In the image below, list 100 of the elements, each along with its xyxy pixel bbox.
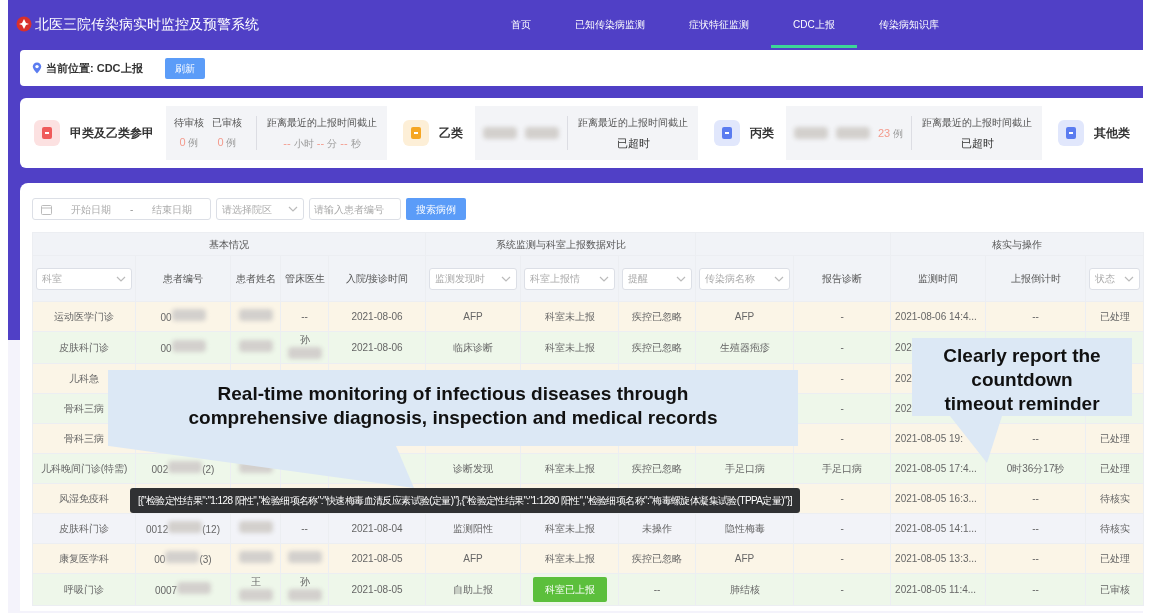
column-header: 报告诊断 (793, 255, 891, 302)
refresh-button[interactable]: 刷新 (164, 57, 205, 79)
group-header: 基本情况 (32, 232, 426, 256)
group-header: 系统监测与科室上报数据对比 (425, 232, 696, 256)
table-cell: 手足口病 (695, 453, 794, 484)
stat-value: 23 (878, 126, 891, 139)
table-cell-text: 00 (160, 342, 172, 354)
table-cell: -- (985, 483, 1086, 514)
nav-tab[interactable]: 已知传染病监测 (553, 0, 667, 48)
breadcrumb-text: 当前位置: CDC上报 (46, 60, 143, 76)
table-cell: 自助上报 (425, 573, 521, 606)
table-cell: - (793, 513, 891, 544)
callout-text: Real-time monitoring of infectious diseases through comprehensive diagnosis, inspection and medical records (187, 382, 719, 430)
nav-tab[interactable]: 症状特征监测 (667, 0, 771, 48)
category-name: 其他类 (1094, 125, 1131, 142)
start-date-input[interactable]: 开始日期 (62, 200, 120, 218)
column-filter-select[interactable]: 传染病名称 (699, 267, 791, 290)
table-cell: 临床诊断 (425, 331, 521, 364)
table-cell: 2021-08-06 (328, 331, 426, 364)
blurred-patch (525, 127, 559, 139)
timer-value: -- (340, 136, 348, 149)
end-date-input[interactable]: 结束日期 (143, 200, 202, 218)
table-cell: -- (985, 543, 1086, 574)
table-cell: 待核实 (1085, 483, 1144, 514)
table-cell: 疾控已忽略 (618, 453, 696, 484)
table-cell: 2021-08-05 (328, 543, 426, 574)
table-cell: 2021-08-06 14:4... (890, 301, 986, 332)
column-header: 监测时间 (890, 255, 986, 302)
table-cell: AFP (695, 301, 794, 332)
table-cell: 2021-08-05 14:1... (890, 513, 986, 544)
stat-unit: 例 (226, 137, 237, 149)
table-cell: 科室未上报 (520, 453, 619, 484)
table-cell: 疾控已忽略 (618, 331, 696, 364)
timer-unit: 秒 (350, 137, 361, 149)
calendar-icon (41, 203, 52, 215)
table-cell: 2021-08-05 13:3... (890, 543, 986, 574)
chevron-down-icon (501, 274, 512, 283)
table-cell: - (793, 301, 891, 332)
stat-value: 0 (179, 136, 186, 149)
chevron-down-icon (774, 274, 785, 283)
table-cell-text: (2) (202, 463, 215, 475)
column-filter-select[interactable]: 科室 (36, 267, 132, 290)
deadline-label: 距离最近的上报时间截止 (922, 115, 1033, 130)
table-cell-text: 王 (250, 576, 261, 587)
timer-value: -- (316, 136, 325, 149)
column-header: 上报倒计时 (985, 255, 1086, 302)
column-filter-select[interactable]: 科室上报情 (524, 267, 616, 290)
table-cell: 待核实 (1085, 513, 1144, 544)
search-button[interactable]: 搜索病例 (406, 198, 466, 220)
table-cell: 儿科晚间门诊(特需) (32, 453, 136, 484)
status-button[interactable]: 科室已上报 (532, 577, 607, 602)
stat-unit: 例 (188, 137, 199, 149)
deadline-label: 距离最近的上报时间截止 (267, 115, 377, 130)
location-pin-icon (32, 62, 42, 74)
table-cell: - (793, 543, 891, 574)
table-cell: -- (280, 301, 329, 332)
campus-select[interactable]: 请选择院区 (216, 198, 304, 220)
table-cell: 肺结核 (695, 573, 794, 606)
table-cell-text: 孙 (299, 576, 310, 587)
patient-search-field[interactable]: 请输入患者编号 (309, 198, 401, 220)
table-cell: 康复医学科 (32, 543, 136, 574)
nav-tab[interactable]: 首页 (489, 0, 553, 48)
chevron-down-icon (676, 274, 687, 283)
deadline-status: 已超时 (616, 135, 650, 151)
table-cell: -- (985, 301, 1086, 332)
table-cell: 疾控已忽略 (618, 543, 696, 574)
table-cell: 已处理 (1085, 423, 1144, 454)
table-cell: 2021-08-06 (328, 301, 426, 332)
date-range-field[interactable]: 开始日期 - 结束日期 (32, 198, 211, 220)
table-cell: AFP (695, 543, 794, 574)
table-cell: -- (985, 573, 1086, 606)
table-cell-text: 孙 (299, 334, 310, 345)
table-cell-text: 00 (154, 553, 166, 565)
table-cell-text: (3) (199, 553, 212, 565)
table-cell: 科室未上报 (520, 331, 619, 364)
chevron-down-icon (1124, 274, 1135, 283)
column-filter-select[interactable]: 提醒 (622, 267, 693, 290)
table-cell-text: 00 (160, 311, 172, 323)
column-header: 患者编号 (135, 255, 231, 302)
chevron-down-icon (288, 205, 298, 213)
category-name: 丙类 (750, 125, 774, 142)
group-header: 核实与操作 (890, 232, 1144, 256)
table-cell-text: 0007 (154, 584, 178, 596)
column-header: 入院/接诊时间 (328, 255, 426, 302)
timer-unit: 分 (327, 137, 338, 149)
table-cell: 科室未上报 (520, 301, 619, 332)
app-title: 北医三院传染病实时监控及预警系统 (35, 14, 259, 34)
table-cell: 已处理 (1085, 301, 1144, 332)
column-filter-select[interactable]: 状态 (1089, 267, 1141, 290)
chevron-down-icon (116, 274, 126, 283)
nav-tab[interactable]: 传染病知识库 (856, 0, 961, 48)
column-header: 管床医生 (280, 255, 329, 302)
column-header: 患者姓名 (230, 255, 281, 302)
table-cell: - (793, 331, 891, 364)
table-cell-text: 0012 (145, 523, 169, 535)
stat-label: 已审核 (212, 116, 242, 131)
column-filter-select[interactable]: 监测发现时 (429, 267, 518, 290)
table-cell: 生殖器疱疹 (695, 331, 794, 364)
stat-value: 0 (217, 136, 224, 149)
table-cell: -- (618, 573, 696, 606)
